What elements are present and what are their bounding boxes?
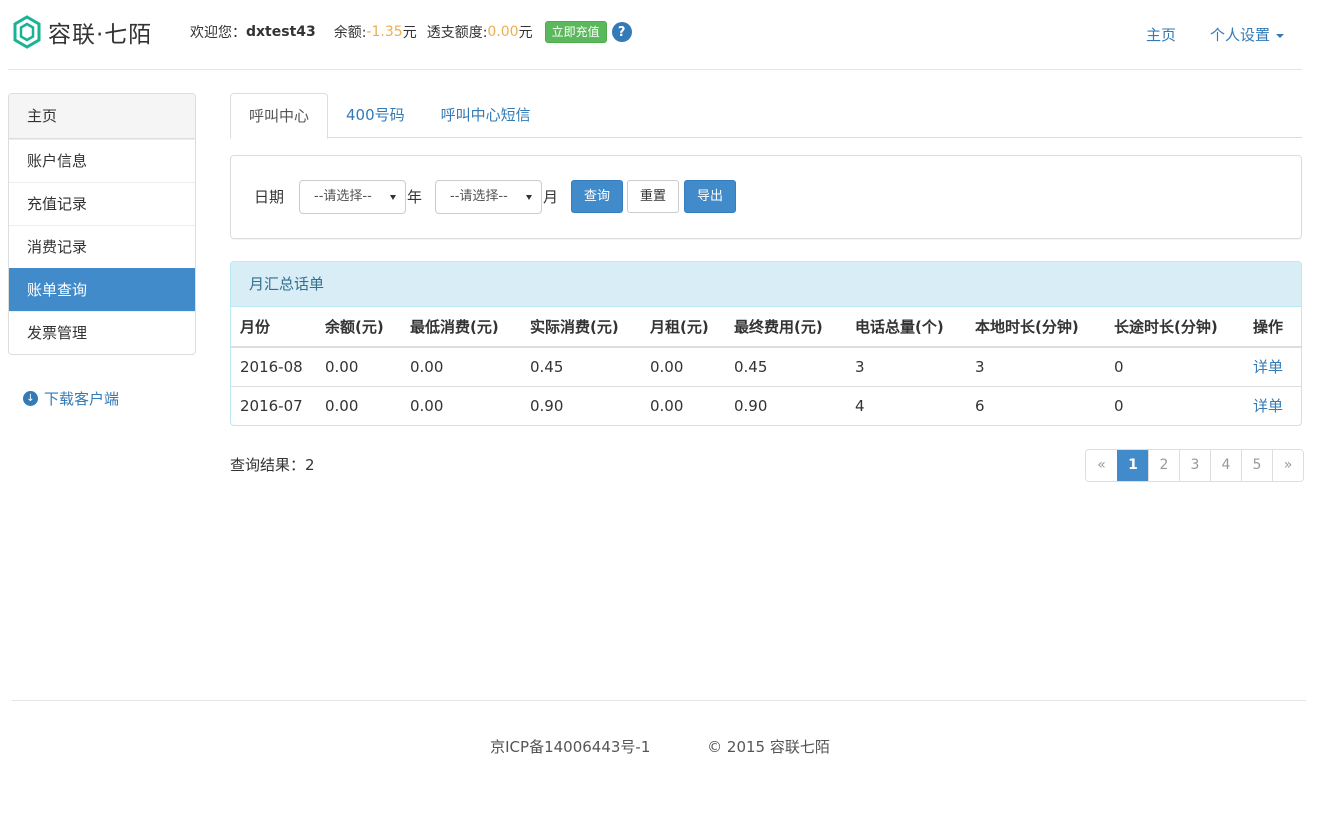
sidebar-item-recharge-records[interactable]: 充值记录 (9, 182, 195, 225)
tab-call-center-sms[interactable]: 呼叫中心短信 (423, 93, 549, 138)
column-header: 长途时长(分钟) (1105, 307, 1244, 348)
query-result-count: 查询结果：2 (230, 456, 315, 474)
column-header: 实际消费(元) (521, 307, 641, 348)
detail-link[interactable]: 详单 (1244, 385, 1301, 425)
pagination-page-2[interactable]: 2 (1148, 450, 1179, 481)
help-icon[interactable]: ? (611, 22, 632, 42)
table-cell: 0 (1114, 357, 1124, 376)
top-nav: 主页 个人设置 (1146, 24, 1284, 45)
table-cell: 0.45 (530, 357, 564, 376)
sidebar-item-consumption-records[interactable]: 消费记录 (9, 225, 195, 268)
table-cell: 0.00 (410, 357, 444, 376)
hexagon-logo-icon (13, 15, 41, 49)
sidebar-item-bill-query[interactable]: 账单查询 (9, 268, 195, 311)
download-client-link[interactable]: ↓ 下载客户端 (23, 388, 119, 409)
sidebar-item-invoice-management[interactable]: 发票管理 (9, 311, 195, 354)
table-row: 2016-08 0.00 0.00 0.45 0.00 0.45 3 3 0 详… (231, 347, 1301, 386)
query-button[interactable]: 查询 (571, 180, 624, 213)
monthly-summary-panel: 月汇总话单 月份 余额(元) 最低消费(元) 实际消费(元) 月租(元) 最终费… (230, 261, 1302, 426)
table-cell: 6 (966, 385, 1105, 425)
pagination-page-1[interactable]: 1 (1117, 450, 1148, 481)
logo-text: 容联·七陌 (48, 22, 153, 48)
month-label: 月 (543, 188, 559, 206)
tab-400-number[interactable]: 400号码 (328, 93, 423, 138)
nav-settings-dropdown[interactable]: 个人设置 (1210, 24, 1284, 45)
filter-panel: 日期 --请选择-- 年 --请选择-- 月 查询 重置 导出 (230, 155, 1302, 239)
recharge-button[interactable]: 立即充值 (544, 21, 607, 43)
table-cell: 3 (975, 357, 985, 376)
balance-value: -1.35 (366, 24, 403, 40)
balance-unit: 元 (402, 25, 417, 41)
caret-down-icon (1276, 33, 1284, 38)
pagination-page-3[interactable]: 3 (1179, 450, 1210, 481)
pagination-page-4[interactable]: 4 (1210, 450, 1241, 481)
sidebar: 主页 账户信息 充值记录 消费记录 账单查询 发票管理 (8, 93, 196, 355)
column-header: 最低消费(元) (401, 307, 521, 348)
tab-call-center[interactable]: 呼叫中心 (230, 93, 329, 139)
table-cell: 0.45 (734, 357, 768, 376)
user-info: 欢迎您： dxtest43 余额: -1.35 元 透支额度: 0.00 元 立… (190, 21, 632, 43)
pagination-prev[interactable]: « (1086, 450, 1117, 481)
column-header: 月租(元) (641, 307, 725, 348)
download-client-label: 下载客户端 (44, 390, 120, 408)
table-cell: 0.00 (650, 357, 684, 376)
table-cell: 2016-07 (231, 385, 316, 425)
download-arrow-icon: ↓ (23, 391, 38, 406)
table-cell: 0.00 (641, 385, 725, 425)
year-label: 年 (407, 188, 423, 206)
table-header-row: 月份 余额(元) 最低消费(元) 实际消费(元) 月租(元) 最终费用(元) 电… (231, 307, 1301, 348)
username: dxtest43 (246, 24, 316, 40)
column-header: 余额(元) (316, 307, 401, 348)
header-divider (8, 69, 1302, 70)
column-header: 月份 (231, 307, 316, 348)
dropdown-arrow-icon (526, 195, 532, 200)
column-header: 最终费用(元) (725, 307, 846, 348)
sidebar-header[interactable]: 主页 (9, 94, 195, 139)
icp-license[interactable]: 京ICP备14006443号-1 (490, 738, 650, 756)
overdraft-unit: 元 (518, 25, 533, 41)
column-header: 本地时长(分钟) (966, 307, 1105, 348)
pagination-next[interactable]: » (1272, 450, 1303, 481)
table-cell: 4 (846, 385, 966, 425)
nav-home-link[interactable]: 主页 (1146, 24, 1176, 45)
date-label: 日期 (254, 188, 285, 206)
panel-title: 月汇总话单 (231, 262, 1301, 307)
balance-label: 余额: (333, 25, 367, 41)
table-cell: 0.00 (401, 385, 521, 425)
table-cell: 2016-08 (240, 357, 303, 376)
nav-settings-label: 个人设置 (1209, 26, 1270, 44)
detail-link[interactable]: 详单 (1244, 347, 1301, 386)
table-cell: 0.90 (725, 385, 846, 425)
top-bar: 容联·七陌 欢迎您： dxtest43 余额: -1.35 元 透支额度: 0.… (0, 0, 1320, 66)
year-select-value: --请选择-- (314, 189, 372, 204)
welcome-label: 欢迎您： (190, 25, 246, 41)
reset-button[interactable]: 重置 (627, 180, 680, 213)
overdraft-value: 0.00 (487, 24, 519, 40)
month-select[interactable]: --请选择-- (435, 180, 542, 214)
footer: 京ICP备14006443号-1 © 2015 容联七陌 (0, 736, 1320, 757)
pagination: « 1 2 3 4 5 » (1085, 449, 1304, 482)
table-cell: 0.00 (325, 357, 359, 376)
table-cell: 0.00 (316, 385, 401, 425)
year-select[interactable]: --请选择-- (299, 180, 406, 214)
pagination-page-5[interactable]: 5 (1241, 450, 1272, 481)
column-header: 电话总量(个) (846, 307, 966, 348)
tab-bar: 呼叫中心 400号码 呼叫中心短信 (230, 93, 1302, 139)
monthly-summary-table: 月份 余额(元) 最低消费(元) 实际消费(元) 月租(元) 最终费用(元) 电… (231, 307, 1301, 425)
table-cell: 3 (855, 357, 865, 376)
table-cell: 0.90 (521, 385, 641, 425)
table-cell: 0 (1105, 385, 1244, 425)
overdraft-label: 透支额度: (426, 25, 488, 41)
month-select-value: --请选择-- (450, 189, 508, 204)
export-button[interactable]: 导出 (684, 180, 737, 213)
column-header: 操作 (1244, 307, 1301, 348)
copyright: © 2015 容联七陌 (707, 738, 830, 756)
footer-divider (12, 700, 1306, 701)
logo[interactable]: 容联·七陌 (12, 15, 152, 49)
sidebar-item-account-info[interactable]: 账户信息 (9, 139, 195, 182)
dropdown-arrow-icon (390, 195, 396, 200)
table-row: 2016-07 0.00 0.00 0.90 0.00 0.90 4 6 0 详… (231, 385, 1301, 425)
